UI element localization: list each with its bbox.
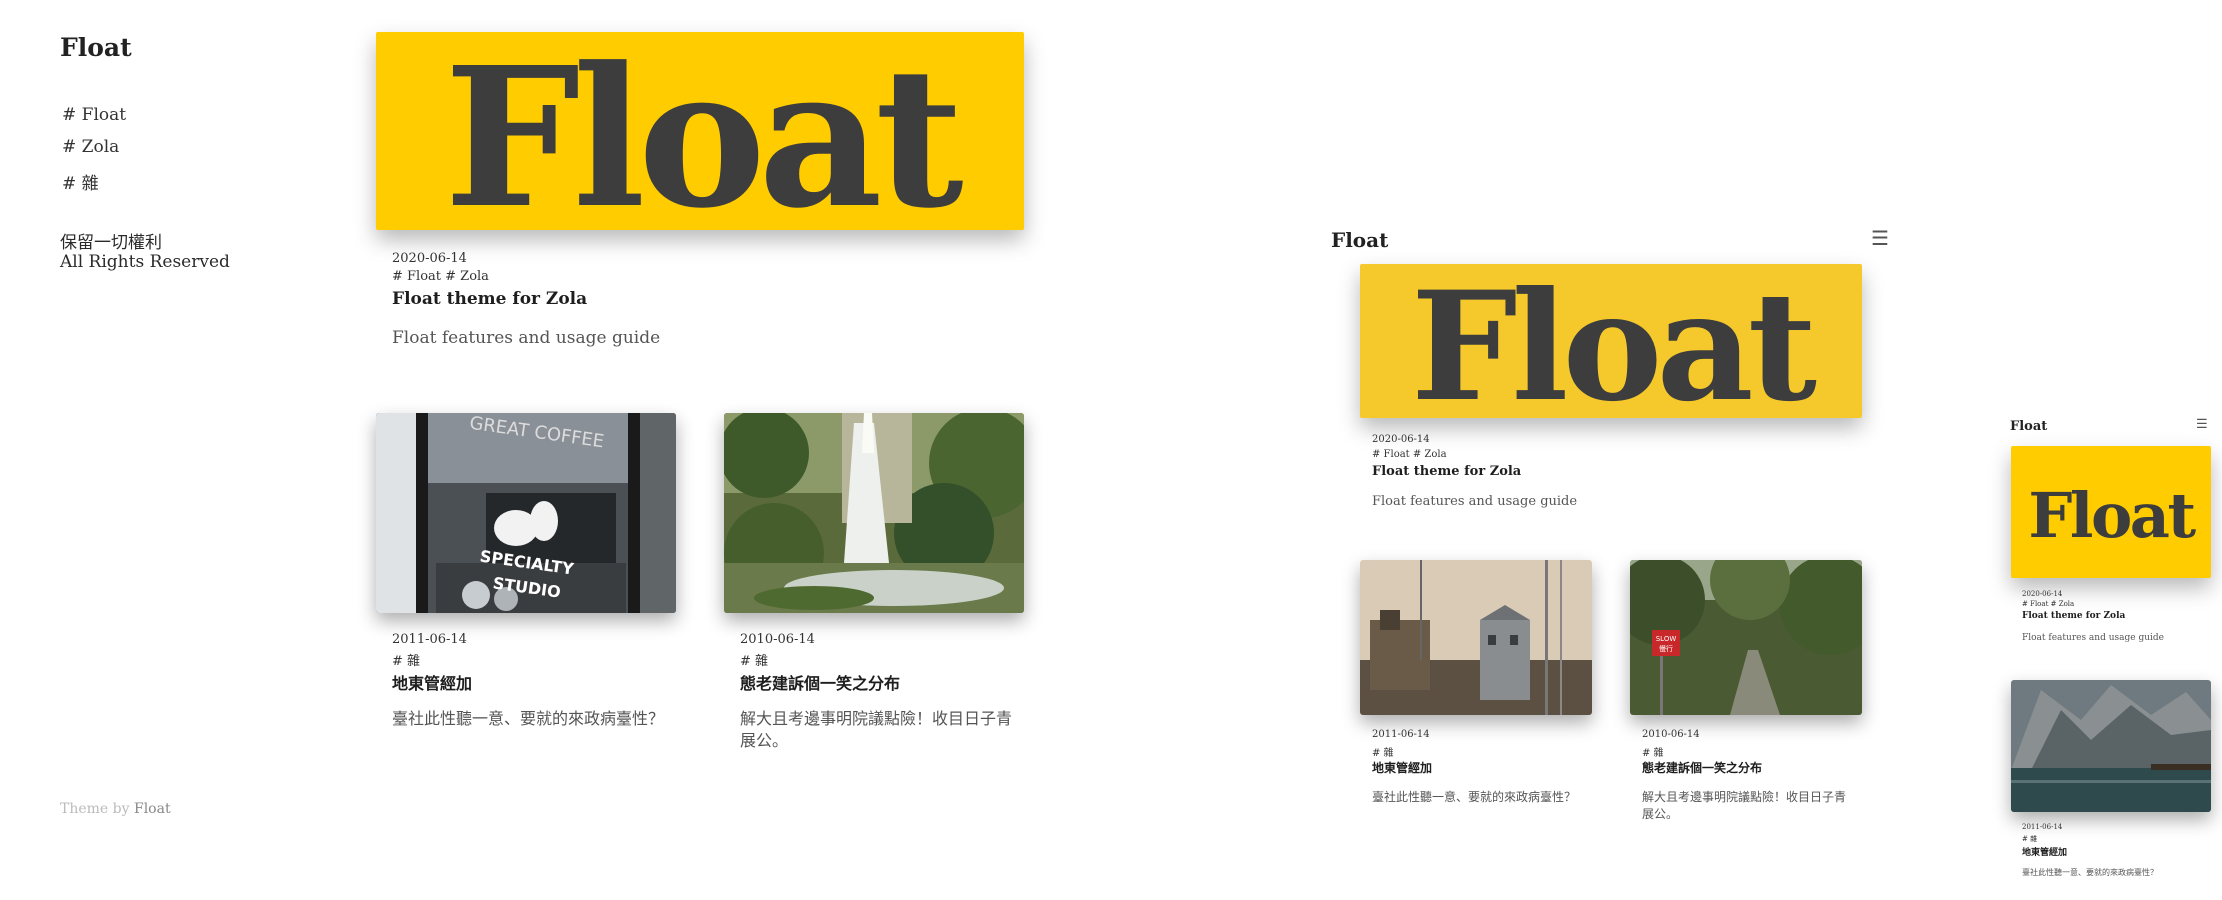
tablet-hero-tags[interactable]: # Float # Zola xyxy=(1372,449,1447,460)
tablet-post-2-date: 2010-06-14 xyxy=(1642,729,1700,740)
sidebar-tag-float[interactable]: # Float xyxy=(62,105,126,125)
tablet-hamburger-menu-icon[interactable]: ☰ xyxy=(1871,226,1889,250)
tablet-hero-post-image[interactable]: Float xyxy=(1360,264,1862,418)
mobile-post-tags[interactable]: # 雜 xyxy=(2022,834,2037,844)
tablet-post-1-description: 臺社此性聽一意、要就的來政病臺性？ xyxy=(1372,790,1577,804)
post-1-date: 2011-06-14 xyxy=(392,632,467,647)
mobile-hamburger-menu-icon[interactable]: ☰ xyxy=(2196,417,2208,432)
mobile-hero-wordmark: Float xyxy=(2028,479,2196,552)
hero-post-tags[interactable]: # Float # Zola xyxy=(392,269,489,284)
slow-sign-text-2: 慢行 xyxy=(1659,644,1673,653)
mobile-post-image-lake[interactable] xyxy=(2011,680,2211,812)
buildings-photo xyxy=(1360,560,1592,715)
sidebar-tag-misc[interactable]: # 雜 xyxy=(62,169,99,194)
post-2-title[interactable]: 態老建訴個一笑之分布 xyxy=(740,670,900,694)
tablet-post-1-title[interactable]: 地東管經加 xyxy=(1372,759,1432,776)
tablet-hero-wordmark: Float xyxy=(1410,264,1817,418)
post-image-waterfall[interactable] xyxy=(724,413,1024,613)
tablet-site-title[interactable]: Float xyxy=(1331,228,1388,252)
mobile-hero-post-image[interactable]: Float xyxy=(2011,446,2211,578)
post-2-date: 2010-06-14 xyxy=(740,632,815,647)
mobile-post-title[interactable]: 地東管經加 xyxy=(2022,845,2067,858)
sidebar-tag-zola[interactable]: # Zola xyxy=(62,137,119,157)
post-1-tags[interactable]: # 雜 xyxy=(392,650,420,669)
tablet-hero-description: Float features and usage guide xyxy=(1372,494,1578,509)
hero-post-description: Float features and usage guide xyxy=(392,328,661,348)
post-image-cafe[interactable]: GREAT COFFEE SPECIALTY STUDIO xyxy=(376,413,676,613)
post-2-tags[interactable]: # 雜 xyxy=(740,650,768,669)
forest-photo: SLOW 慢行 xyxy=(1630,560,1862,715)
hero-post-date: 2020-06-14 xyxy=(392,251,467,266)
tablet-post-image-buildings[interactable] xyxy=(1360,560,1592,715)
tablet-post-1-date: 2011-06-14 xyxy=(1372,729,1430,740)
tablet-hero-title[interactable]: Float theme for Zola xyxy=(1372,464,1521,479)
copyright-en: All Rights Reserved xyxy=(60,252,230,272)
tablet-post-image-forest[interactable]: SLOW 慢行 xyxy=(1630,560,1862,715)
hero-post-title[interactable]: Float theme for Zola xyxy=(392,289,587,309)
mobile-hero-title[interactable]: Float theme for Zola xyxy=(2022,611,2125,621)
tablet-post-2-description: 解大且考邊事明院議點險！收目日子青展公。 xyxy=(1642,790,1847,821)
mobile-site-title[interactable]: Float xyxy=(2010,419,2047,434)
slow-sign-text-1: SLOW xyxy=(1656,635,1677,643)
tablet-post-2-title[interactable]: 態老建訴個一笑之分布 xyxy=(1642,759,1762,776)
tablet-hero-date: 2020-06-14 xyxy=(1372,434,1430,445)
theme-credit: Theme by Float xyxy=(60,801,171,817)
mobile-post-description: 臺社此性聽一意、要就的來政病臺性？ xyxy=(2022,868,2158,877)
copyright-zh: 保留一切權利 xyxy=(60,233,162,253)
tablet-post-2-tags[interactable]: # 雜 xyxy=(1642,744,1664,759)
post-2-description: 解大且考邊事明院議點險！收目日子青展公。 xyxy=(740,709,1013,750)
theme-credit-prefix: Theme by xyxy=(60,801,130,817)
site-title[interactable]: Float xyxy=(60,33,132,62)
cafe-photo: GREAT COFFEE SPECIALTY STUDIO xyxy=(376,413,676,613)
theme-credit-link[interactable]: Float xyxy=(134,801,171,817)
lake-photo xyxy=(2011,680,2211,812)
mobile-post-date: 2011-06-14 xyxy=(2022,823,2063,831)
post-1-description: 臺社此性聽一意、要就的來政病臺性？ xyxy=(392,709,665,728)
waterfall-photo xyxy=(724,413,1024,613)
tablet-post-1-tags[interactable]: # 雜 xyxy=(1372,744,1394,759)
hero-post-image[interactable]: Float xyxy=(376,32,1024,230)
mobile-hero-date: 2020-06-14 xyxy=(2022,590,2063,598)
post-1-title[interactable]: 地東管經加 xyxy=(392,670,472,694)
hero-image-wordmark: Float xyxy=(443,32,964,231)
mobile-hero-tags[interactable]: # Float # Zola xyxy=(2022,600,2074,608)
mobile-hero-description: Float features and usage guide xyxy=(2022,633,2164,643)
